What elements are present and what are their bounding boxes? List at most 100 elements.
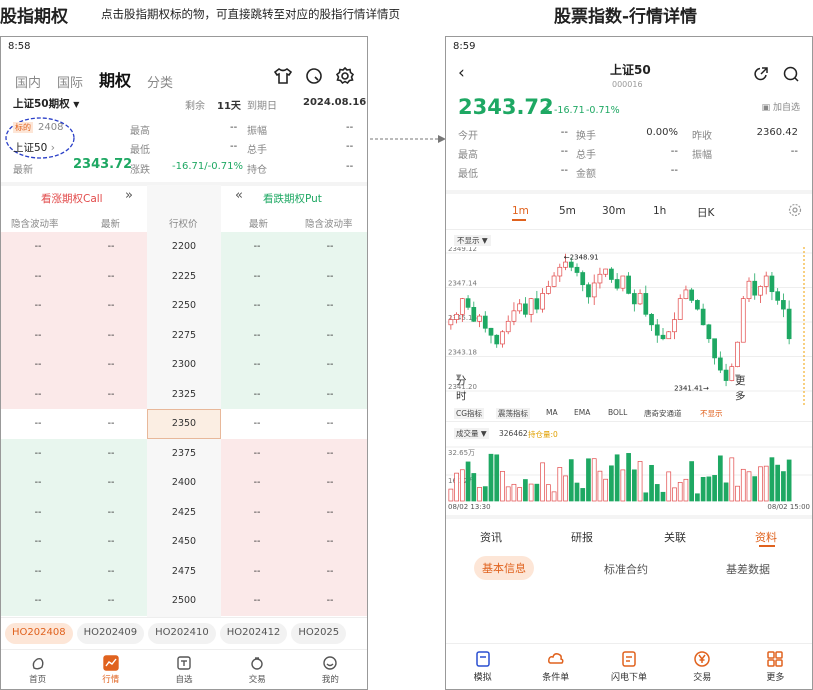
tab-news[interactable]: 资讯	[480, 529, 502, 545]
option-row[interactable]: -- -- 2375 -- --	[1, 438, 367, 469]
put-last[interactable]: --	[221, 350, 293, 380]
search-icon[interactable]	[304, 66, 324, 86]
action-simulate[interactable]: 模拟	[446, 644, 519, 689]
put-iv[interactable]: --	[293, 321, 367, 351]
put-iv[interactable]: --	[293, 439, 367, 469]
tab-options[interactable]: 期权	[99, 67, 131, 91]
tab-1h[interactable]: 1h	[653, 205, 666, 217]
put-last[interactable]: --	[221, 586, 293, 616]
tab-30m[interactable]: 30m	[602, 205, 626, 217]
put-last[interactable]: --	[221, 232, 293, 262]
put-iv[interactable]: --	[293, 468, 367, 498]
call-last[interactable]: --	[75, 498, 147, 528]
subtab-standard[interactable]: 标准合约	[604, 561, 648, 577]
option-row[interactable]: -- -- 2450 -- --	[1, 527, 367, 557]
call-iv[interactable]: --	[1, 380, 75, 410]
indicator-ema[interactable]: EMA	[574, 408, 590, 417]
indicator-ma[interactable]: MA	[546, 408, 558, 417]
put-iv[interactable]: --	[293, 498, 367, 528]
indicator-hide[interactable]: 不显示	[700, 408, 723, 419]
put-iv[interactable]: --	[293, 409, 367, 439]
call-arrow[interactable]: »	[125, 188, 133, 203]
call-last[interactable]: --	[75, 380, 147, 410]
indicator-osc[interactable]: 震荡指标	[496, 408, 530, 419]
nav-trade[interactable]: 交易	[221, 650, 294, 689]
call-iv[interactable]: --	[1, 321, 75, 351]
action-conditional[interactable]: 条件单	[519, 644, 592, 689]
call-last[interactable]: --	[75, 350, 147, 380]
put-iv[interactable]: --	[293, 380, 367, 410]
call-label[interactable]: 看涨期权Call	[41, 191, 103, 206]
nav-home[interactable]: 首页	[1, 650, 74, 689]
call-last[interactable]: --	[75, 468, 147, 498]
chip-contract[interactable]: HO202409	[76, 623, 145, 644]
tab-1m[interactable]: 1m	[512, 205, 529, 217]
call-last[interactable]: --	[75, 262, 147, 292]
chip-contract[interactable]: HO202412	[219, 623, 288, 644]
display-toggle[interactable]: 不显示 ▼	[454, 235, 491, 246]
chip-contract[interactable]: HO202408	[5, 623, 73, 644]
option-row[interactable]: -- -- 2500 -- --	[1, 586, 367, 616]
option-row[interactable]: -- -- 2475 -- --	[1, 556, 367, 587]
shirt-icon[interactable]	[273, 66, 293, 86]
put-iv[interactable]: --	[293, 291, 367, 321]
call-last[interactable]: --	[75, 557, 147, 587]
call-iv[interactable]: --	[1, 409, 75, 439]
nav-profile[interactable]: 我的	[294, 650, 367, 689]
option-row[interactable]: -- -- 2425 -- --	[1, 497, 367, 528]
share-icon[interactable]	[752, 65, 770, 83]
put-iv[interactable]: --	[293, 232, 367, 262]
call-iv[interactable]: --	[1, 557, 75, 587]
call-last[interactable]: --	[75, 586, 147, 616]
call-last[interactable]: --	[75, 409, 147, 439]
option-row[interactable]: -- -- 2275 -- --	[1, 320, 367, 351]
indicator-cg[interactable]: CG指标	[454, 408, 485, 419]
add-watch-button[interactable]: ▣ 加自选	[762, 100, 800, 113]
action-trade[interactable]: 交易	[666, 644, 739, 689]
action-flash-order[interactable]: 闪电下单	[592, 644, 665, 689]
tab-related[interactable]: 关联	[664, 529, 686, 545]
tab-international[interactable]: 国际	[57, 72, 83, 91]
back-icon[interactable]: ‹	[458, 63, 465, 83]
gear-icon[interactable]	[335, 66, 355, 86]
volume-selector[interactable]: 成交量 ▼	[454, 428, 489, 439]
put-last[interactable]: --	[221, 291, 293, 321]
chart-settings-icon[interactable]	[788, 203, 802, 220]
put-iv[interactable]: --	[293, 557, 367, 587]
option-row[interactable]: -- -- 2300 -- --	[1, 350, 367, 380]
action-more[interactable]: 更多	[739, 644, 812, 689]
put-last[interactable]: --	[221, 321, 293, 351]
call-iv[interactable]: --	[1, 586, 75, 616]
tab-research[interactable]: 研报	[571, 529, 593, 545]
call-iv[interactable]: --	[1, 527, 75, 557]
call-last[interactable]: --	[75, 527, 147, 557]
chip-contract[interactable]: HO202410	[148, 623, 216, 644]
call-last[interactable]: --	[75, 291, 147, 321]
search-icon[interactable]	[782, 65, 800, 83]
put-last[interactable]: --	[221, 439, 293, 469]
expiry-selector[interactable]: 上证50期权 ▼	[13, 96, 79, 111]
indicator-boll[interactable]: BOLL	[608, 408, 627, 417]
put-last[interactable]: --	[221, 262, 293, 292]
put-arrow[interactable]: «	[235, 188, 243, 203]
option-row[interactable]: -- -- 2325 -- --	[1, 379, 367, 410]
put-last[interactable]: --	[221, 468, 293, 498]
put-last[interactable]: --	[221, 527, 293, 557]
put-iv[interactable]: --	[293, 262, 367, 292]
option-row[interactable]: -- -- 2250 -- --	[1, 291, 367, 321]
put-last[interactable]: --	[221, 409, 293, 439]
call-last[interactable]: --	[75, 439, 147, 469]
option-row[interactable]: -- -- 2225 -- --	[1, 261, 367, 292]
put-iv[interactable]: --	[293, 586, 367, 616]
tab-5m[interactable]: 5m	[559, 205, 576, 217]
tab-domestic[interactable]: 国内	[15, 72, 41, 91]
option-row[interactable]: -- -- 2200 -- --	[1, 232, 367, 262]
call-iv[interactable]: --	[1, 232, 75, 262]
chip-contract[interactable]: HO2025	[291, 623, 347, 644]
tab-category[interactable]: 分类	[147, 72, 173, 91]
put-last[interactable]: --	[221, 498, 293, 528]
put-iv[interactable]: --	[293, 350, 367, 380]
call-iv[interactable]: --	[1, 468, 75, 498]
call-iv[interactable]: --	[1, 439, 75, 469]
option-row[interactable]: -- -- 2350 -- --	[1, 409, 367, 439]
